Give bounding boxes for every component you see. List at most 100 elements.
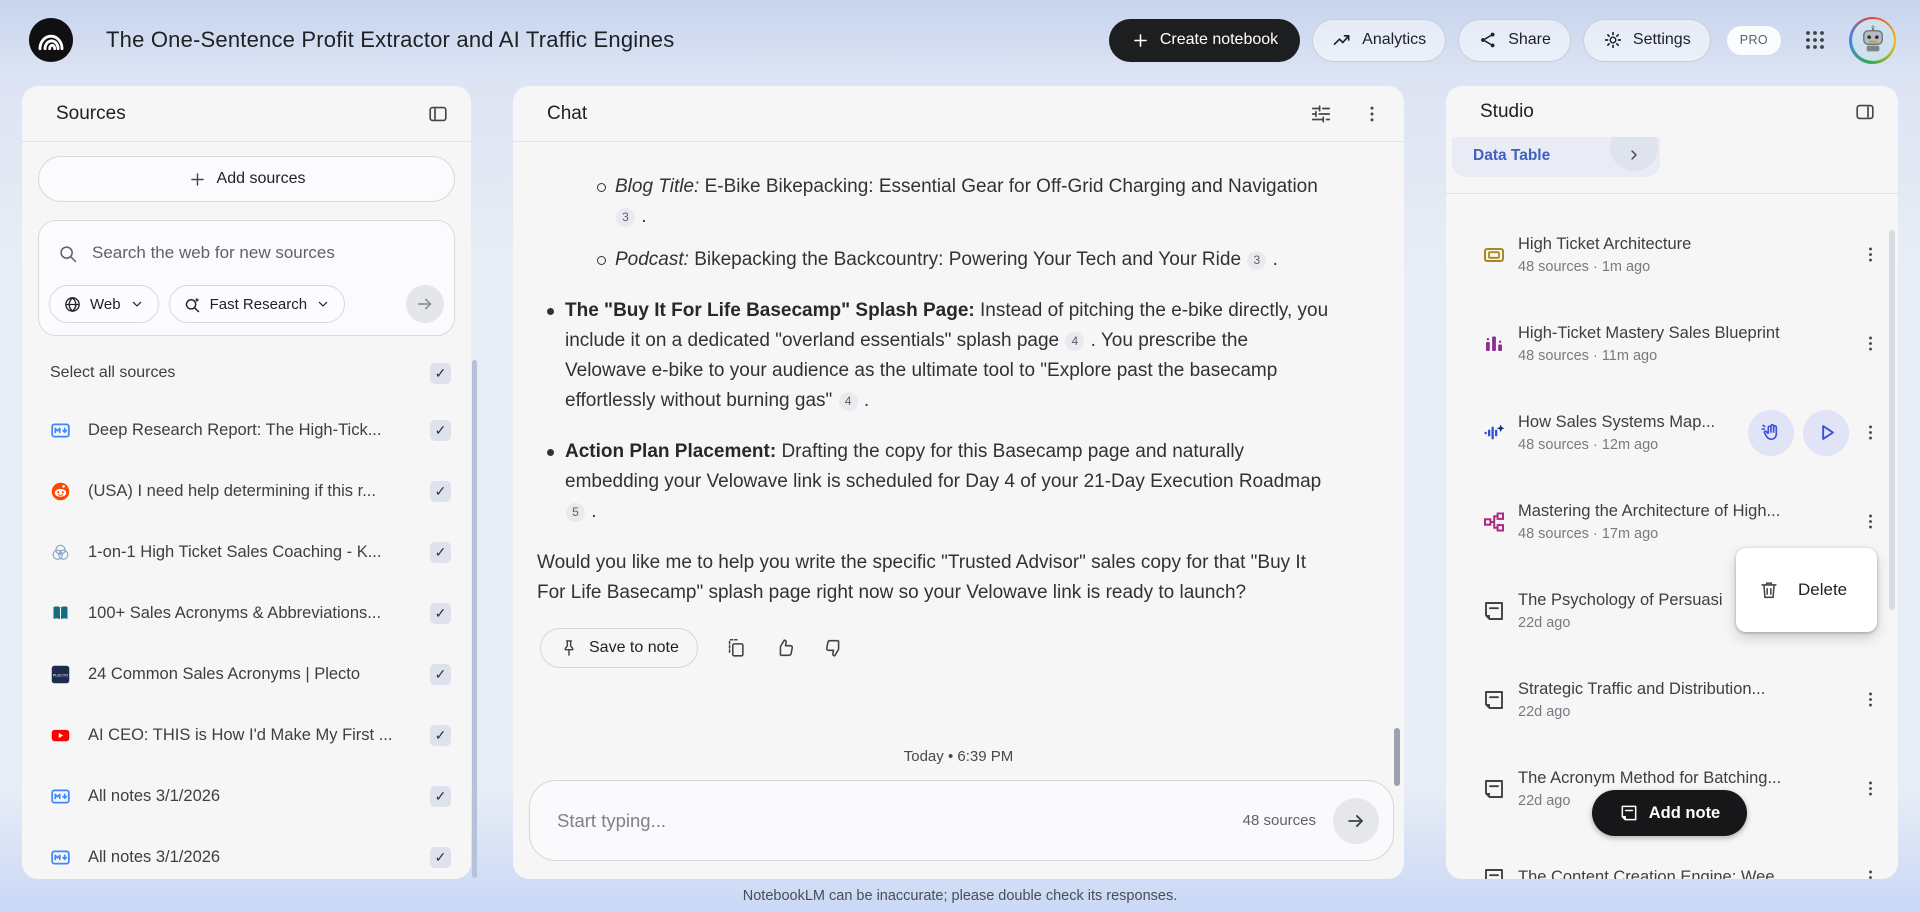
copy-icon[interactable] (725, 637, 747, 659)
source-checkbox[interactable]: ✓ (430, 542, 451, 563)
studio-item-menu-icon[interactable] (1861, 512, 1880, 531)
source-row[interactable]: 100+ Sales Acronyms & Abbreviations... ✓ (38, 583, 455, 644)
source-checkbox[interactable]: ✓ (430, 481, 451, 502)
plus-icon (188, 170, 207, 189)
source-row[interactable]: All notes 3/1/2026 ✓ (38, 827, 455, 879)
apps-grid-icon[interactable] (1803, 28, 1827, 52)
trash-icon (1758, 579, 1780, 601)
source-title: Deep Research Report: The High-Tick... (88, 421, 382, 439)
source-checkbox[interactable]: ✓ (430, 664, 451, 685)
studio-item-meta: 22d ago (1518, 703, 1571, 720)
chat-input-area: Today • 6:39 PM 48 sources (513, 748, 1404, 879)
source-row[interactable]: AI CEO: THIS is How I'd Make My First ..… (38, 705, 455, 766)
source-row[interactable]: Deep Research Report: The High-Tick... ✓ (38, 400, 455, 461)
studio-item-row[interactable]: High Ticket Architecture 48 sources · 1m … (1446, 210, 1898, 299)
top-bar: The One-Sentence Profit Extractor and AI… (0, 0, 1920, 80)
note-icon (1482, 866, 1506, 879)
settings-button[interactable]: Settings (1582, 18, 1711, 62)
notebook-title[interactable]: The One-Sentence Profit Extractor and AI… (106, 27, 674, 53)
plecto-icon: PLECTO (50, 664, 71, 685)
studio-item-row[interactable]: The Content Creation Engine: Wee... (1446, 833, 1898, 879)
studio-item-row[interactable]: How Sales Systems Map... 48 sources · 12m… (1446, 388, 1898, 477)
share-button[interactable]: Share (1458, 18, 1571, 62)
research-mode-dropdown[interactable]: Fast Research (168, 285, 346, 323)
thumbs-down-icon[interactable] (823, 637, 845, 659)
chat-scrollbar-thumb[interactable] (1394, 728, 1400, 786)
note-icon (1619, 803, 1639, 823)
note-icon (1482, 599, 1506, 623)
data-table-label: Data Table (1473, 147, 1551, 164)
context-menu-delete[interactable]: Delete (1736, 548, 1877, 632)
collapse-studio-panel-icon[interactable] (1854, 101, 1876, 123)
studio-item-row[interactable]: Strategic Traffic and Distribution... 22d… (1446, 655, 1898, 744)
sources-header: Sources (22, 86, 471, 142)
sources-body: Add sources Web (22, 142, 471, 879)
chat-more-menu-icon[interactable] (1362, 104, 1382, 124)
note-icon (1482, 777, 1506, 801)
source-row[interactable]: PLECTO 24 Common Sales Acronyms | Plecto ✓ (38, 644, 455, 705)
pin-icon (559, 638, 579, 658)
studio-item-menu-icon[interactable] (1861, 690, 1880, 709)
web-filter-dropdown[interactable]: Web (49, 285, 159, 323)
citation-chip[interactable]: 3 (1247, 250, 1267, 270)
source-checkbox[interactable]: ✓ (430, 847, 451, 868)
source-checkbox[interactable]: ✓ (430, 786, 451, 807)
source-checkbox[interactable]: ✓ (430, 420, 451, 441)
source-count-label: 48 sources (1242, 812, 1316, 829)
send-button[interactable] (1333, 797, 1379, 844)
reddit-icon (50, 481, 71, 502)
studio-item-menu-icon[interactable] (1861, 423, 1880, 442)
source-row[interactable]: (USA) I need help determining if this r.… (38, 461, 455, 522)
gear-icon (1603, 30, 1623, 50)
venn-icon (50, 542, 71, 563)
citation-chip[interactable]: 3 (616, 207, 635, 227)
studio-item-row[interactable]: High-Ticket Mastery Sales Blueprint 48 so… (1446, 299, 1898, 388)
source-row[interactable]: 1-on-1 High Ticket Sales Coaching - K...… (38, 522, 455, 583)
source-checkbox[interactable]: ✓ (430, 725, 451, 746)
source-row[interactable]: All notes 3/1/2026 ✓ (38, 766, 455, 827)
collapse-sources-panel-icon[interactable] (427, 103, 449, 125)
studio-item-title: The Acronym Method for Batching... (1518, 768, 1782, 787)
citation-chip[interactable]: 4 (1065, 331, 1085, 351)
chevron-down-icon (129, 296, 145, 312)
studio-item-menu-icon[interactable] (1861, 334, 1880, 353)
interactive-mode-button[interactable] (1748, 409, 1794, 456)
studio-item-menu-icon[interactable] (1861, 779, 1880, 798)
studio-header: Studio (1446, 86, 1898, 137)
source-title: 24 Common Sales Acronyms | Plecto (88, 665, 361, 683)
add-note-button[interactable]: Add note (1592, 790, 1747, 836)
chat-settings-icon[interactable] (1310, 103, 1332, 125)
add-sources-button[interactable]: Add sources (38, 156, 455, 202)
search-input[interactable] (92, 243, 436, 263)
sources-panel-title: Sources (56, 102, 126, 124)
share-icon (1478, 30, 1498, 50)
chat-sub-bullet: Blog Title: E-Bike Bikepacking: Essentia… (537, 172, 1334, 232)
youtube-icon (50, 725, 71, 746)
doc-markdown-icon (50, 847, 71, 868)
pro-badge: PRO (1726, 25, 1781, 55)
play-button[interactable] (1803, 409, 1849, 456)
disclaimer: NotebookLM can be inaccurate; please dou… (742, 887, 1178, 904)
create-notebook-button[interactable]: Create notebook (1108, 18, 1301, 62)
search-submit-button[interactable] (406, 285, 444, 323)
magic-search-icon (183, 295, 202, 314)
avatar[interactable] (1849, 16, 1896, 64)
notebooklm-logo-icon[interactable] (28, 17, 74, 63)
chat-text-input[interactable] (557, 809, 1231, 832)
source-checkbox[interactable]: ✓ (430, 603, 451, 624)
search-icon (57, 243, 78, 264)
citation-chip[interactable]: 5 (566, 502, 585, 522)
studio-item-menu-icon[interactable] (1861, 868, 1880, 879)
select-all-checkbox[interactable]: ✓ (430, 362, 451, 384)
studio-panel-title: Studio (1480, 100, 1534, 122)
analytics-button[interactable]: Analytics (1312, 18, 1447, 62)
chat-input-box[interactable]: 48 sources (529, 780, 1394, 861)
panel-resize-handle[interactable] (472, 360, 477, 878)
studio-item-menu-icon[interactable] (1861, 245, 1880, 264)
citation-chip[interactable]: 4 (838, 391, 858, 411)
studio-scrollbar-thumb[interactable] (1889, 230, 1895, 610)
save-to-note-button[interactable]: Save to note (540, 628, 698, 668)
thumbs-up-icon[interactable] (774, 637, 796, 659)
doc-markdown-icon (50, 420, 71, 441)
source-title: All notes 3/1/2026 (88, 848, 221, 866)
